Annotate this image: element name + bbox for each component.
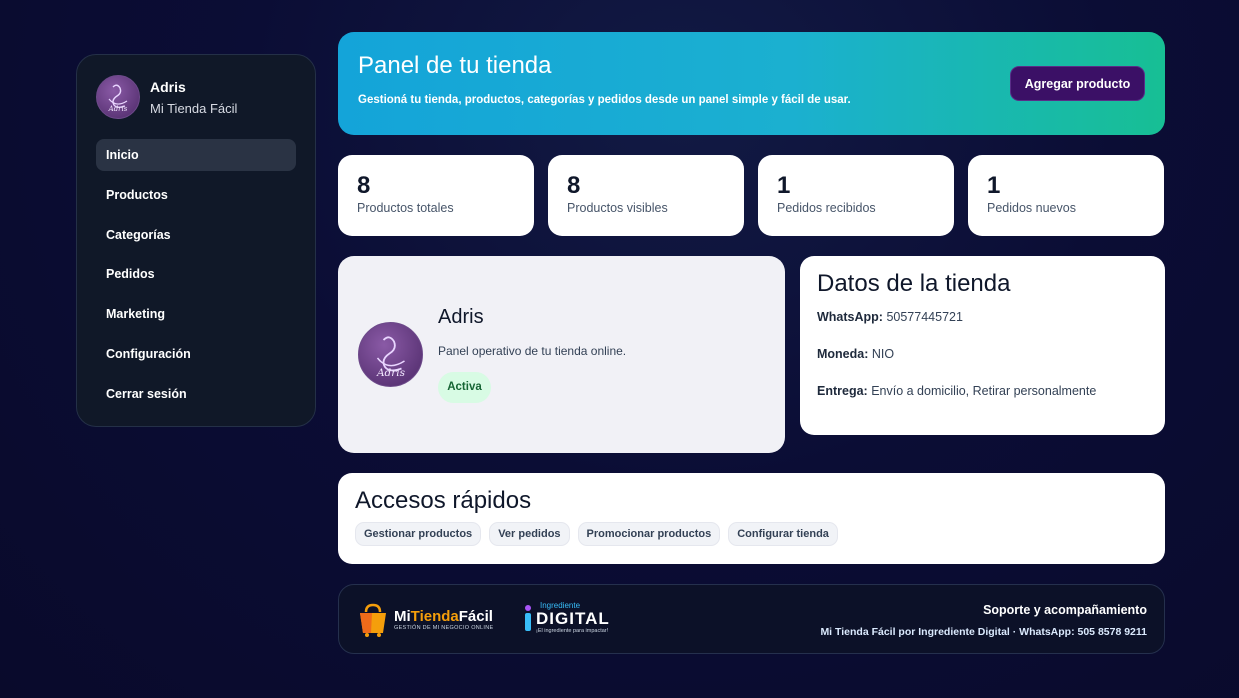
stat-label: Pedidos recibidos xyxy=(777,201,876,215)
store-data-row-whatsapp: WhatsApp: 50577445721 xyxy=(817,310,1148,324)
logo2-tagline: ¡El ingrediente para impactar! xyxy=(536,628,609,634)
swan-logo-icon: Adris xyxy=(375,335,405,379)
footer: MiTiendaFácil GESTIÓN DE MI NEGOCIO ONLI… xyxy=(338,584,1165,654)
svg-text:Adris: Adris xyxy=(108,105,128,113)
sidebar-item-cerrar-sesion[interactable]: Cerrar sesión xyxy=(96,378,296,410)
store-name: Mi Tienda Fácil xyxy=(150,100,238,116)
row-key: Moneda: xyxy=(817,347,869,361)
store-owner-name: Adris xyxy=(150,78,186,95)
ingrediente-digital-logo: Ingrediente DIGITAL ¡El ingrediente para… xyxy=(522,602,610,634)
store-data-row-currency: Moneda: NIO xyxy=(817,347,1148,361)
sidebar-profile: Adris Adris Mi Tienda Fácil xyxy=(96,73,296,121)
stat-label: Productos visibles xyxy=(567,201,668,215)
support-info: Soporte y acompañamiento Mi Tienda Fácil… xyxy=(820,603,1147,638)
stat-label: Pedidos nuevos xyxy=(987,201,1076,215)
profile-description: Panel operativo de tu tienda online. xyxy=(438,344,627,358)
row-key: Entrega: xyxy=(817,384,868,398)
stat-card-new-orders: 1 Pedidos nuevos xyxy=(968,155,1164,236)
logo1-mid: Tienda xyxy=(410,608,459,625)
stat-value: 1 xyxy=(987,172,1001,199)
logo2-text-block: Ingrediente DIGITAL ¡El ingrediente para… xyxy=(536,602,610,635)
sidebar-store-info: Adris Mi Tienda Fácil xyxy=(150,79,237,116)
store-data-row-delivery: Entrega: Envío a domicilio, Retirar pers… xyxy=(817,384,1148,398)
logo1-prefix: Mi xyxy=(394,608,411,625)
hero-banner: Panel de tu tienda Gestioná tu tienda, p… xyxy=(338,32,1165,135)
quick-view-orders-button[interactable]: Ver pedidos xyxy=(489,522,570,546)
logo1-wordmark: MiTiendaFácil xyxy=(394,609,493,625)
logo1-text-block: MiTiendaFácil GESTIÓN DE MI NEGOCIO ONLI… xyxy=(394,609,494,632)
sidebar-nav: Inicio Productos Categorías Pedidos Mark… xyxy=(96,139,296,410)
sidebar: Adris Adris Mi Tienda Fácil Inicio Produ… xyxy=(76,54,316,427)
support-text: Mi Tienda Fácil por Ingrediente Digital … xyxy=(820,626,1147,638)
logo1-suffix: Fácil xyxy=(458,608,493,625)
stat-card-visible-products: 8 Productos visibles xyxy=(548,155,744,236)
logo1-tagline: GESTIÓN DE MI NEGOCIO ONLINE xyxy=(394,625,494,631)
stat-value: 8 xyxy=(357,172,371,199)
svg-text:Adris: Adris xyxy=(375,367,405,379)
profile-store-name: Adris xyxy=(438,306,484,328)
store-avatar: Adris xyxy=(96,75,140,119)
stat-value: 1 xyxy=(777,172,791,199)
row-key: WhatsApp: xyxy=(817,310,883,324)
stat-label: Productos totales xyxy=(357,201,454,215)
digital-i-icon xyxy=(525,605,531,631)
sidebar-item-configuracion[interactable]: Configuración xyxy=(96,338,296,370)
quick-configure-store-button[interactable]: Configurar tienda xyxy=(728,522,838,546)
quick-access-list: Gestionar productos Ver pedidos Promocio… xyxy=(355,522,1148,546)
swan-logo-icon: Adris xyxy=(108,84,128,113)
stat-card-total-products: 8 Productos totales xyxy=(338,155,534,236)
sidebar-item-pedidos[interactable]: Pedidos xyxy=(96,258,296,290)
status-badge: Activa xyxy=(438,372,491,403)
store-data-card: Datos de la tienda WhatsApp: 50577445721… xyxy=(800,256,1165,435)
mi-tienda-facil-logo: MiTiendaFácil GESTIÓN DE MI NEGOCIO ONLI… xyxy=(356,602,493,638)
store-data-title: Datos de la tienda xyxy=(817,270,1011,297)
stat-card-orders-received: 1 Pedidos recibidos xyxy=(758,155,954,236)
sidebar-item-categorias[interactable]: Categorías xyxy=(96,219,296,251)
sidebar-item-productos[interactable]: Productos xyxy=(96,179,296,211)
add-product-button[interactable]: Agregar producto xyxy=(1010,66,1145,101)
row-value: Envío a domicilio, Retirar personalmente xyxy=(871,384,1097,398)
store-avatar-large: Adris xyxy=(358,322,423,387)
logo2-big: DIGITAL xyxy=(536,609,610,628)
store-profile-card: Adris Adris Panel operativo de tu tienda… xyxy=(338,256,785,453)
quick-access-card: Accesos rápidos Gestionar productos Ver … xyxy=(338,473,1165,564)
sidebar-item-inicio[interactable]: Inicio xyxy=(96,139,296,171)
stat-value: 8 xyxy=(567,172,581,199)
shopping-bag-icon xyxy=(360,603,386,637)
row-value: NIO xyxy=(871,347,895,361)
quick-promote-products-button[interactable]: Promocionar productos xyxy=(577,522,721,546)
row-value: 50577445721 xyxy=(886,310,963,324)
support-title: Soporte y acompañamiento xyxy=(983,603,1147,617)
quick-access-title: Accesos rápidos xyxy=(355,487,532,514)
sidebar-item-marketing[interactable]: Marketing xyxy=(96,298,296,330)
quick-manage-products-button[interactable]: Gestionar productos xyxy=(355,522,482,546)
